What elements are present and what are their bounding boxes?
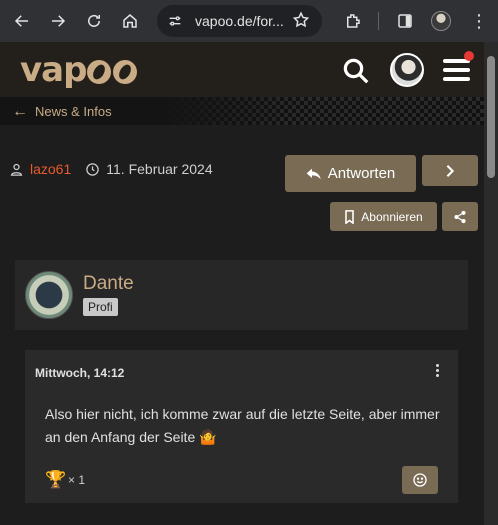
post-options-icon[interactable] [436,364,440,379]
tune-icon[interactable] [165,11,185,31]
toolbar-divider [378,12,379,30]
next-page-button[interactable] [422,155,478,186]
post-body: Also hier nicht, ich komme zwar auf die … [45,406,440,445]
chevron-right-icon [444,164,456,178]
post-author-rank-badge: Profi [83,298,118,316]
post-author-avatar[interactable] [25,271,73,319]
site-header: vap [0,42,484,97]
post-author-name[interactable]: Dante [83,273,134,295]
kebab-menu-icon[interactable]: ⋮ [470,11,488,31]
post-card: Mittwoch, 14:12 Also hier nicht, ich kom… [25,350,458,503]
reply-button-label: Antworten [327,165,396,182]
site-logo[interactable]: vap [20,50,138,90]
notification-dot [464,51,474,61]
hamburger-menu-icon[interactable] [443,59,470,81]
clock-icon [85,162,100,177]
scrollbar-thumb[interactable] [487,56,495,178]
react-button[interactable] [402,466,438,494]
reply-icon [306,167,322,181]
search-icon[interactable] [341,56,371,86]
profile-avatar[interactable] [431,11,451,31]
breadcrumb-link[interactable]: ← News & Infos [12,103,112,120]
reload-icon[interactable] [76,0,112,42]
breadcrumb-bar: ← News & Infos [0,97,484,125]
user-icon [9,162,24,177]
breadcrumb-label[interactable]: News & Infos [35,104,112,119]
trophy-icon[interactable]: 🏆 [45,470,66,490]
user-avatar[interactable] [390,53,424,87]
subscribe-button-label: Abonnieren [361,209,423,224]
arrow-left-icon: ← [12,103,28,120]
browser-toolbar: vapoo.de/for... ⋮ [0,0,498,42]
thread-meta: lazo61 11. Februar 2024 [9,161,213,177]
forward-icon[interactable] [40,0,76,42]
smiley-icon [412,472,428,488]
url-text[interactable]: vapoo.de/for... [195,13,291,29]
reply-button[interactable]: Antworten [285,155,416,192]
share-icon [453,210,467,224]
post-time[interactable]: Mittwoch, 14:12 [35,366,124,380]
thread-date: 11. Februar 2024 [106,161,213,177]
extensions-icon[interactable] [338,0,368,42]
thread-author-link[interactable]: lazo61 [30,161,71,177]
back-icon[interactable] [4,0,40,42]
subscribe-button[interactable]: Abonnieren [330,202,437,231]
post-author-card: Dante Profi [15,260,468,330]
home-icon[interactable] [112,0,148,42]
reaction-count[interactable]: × 1 [68,473,85,487]
share-button[interactable] [442,202,478,231]
sidepanel-icon[interactable] [390,0,420,42]
bookmark-icon [344,209,355,224]
